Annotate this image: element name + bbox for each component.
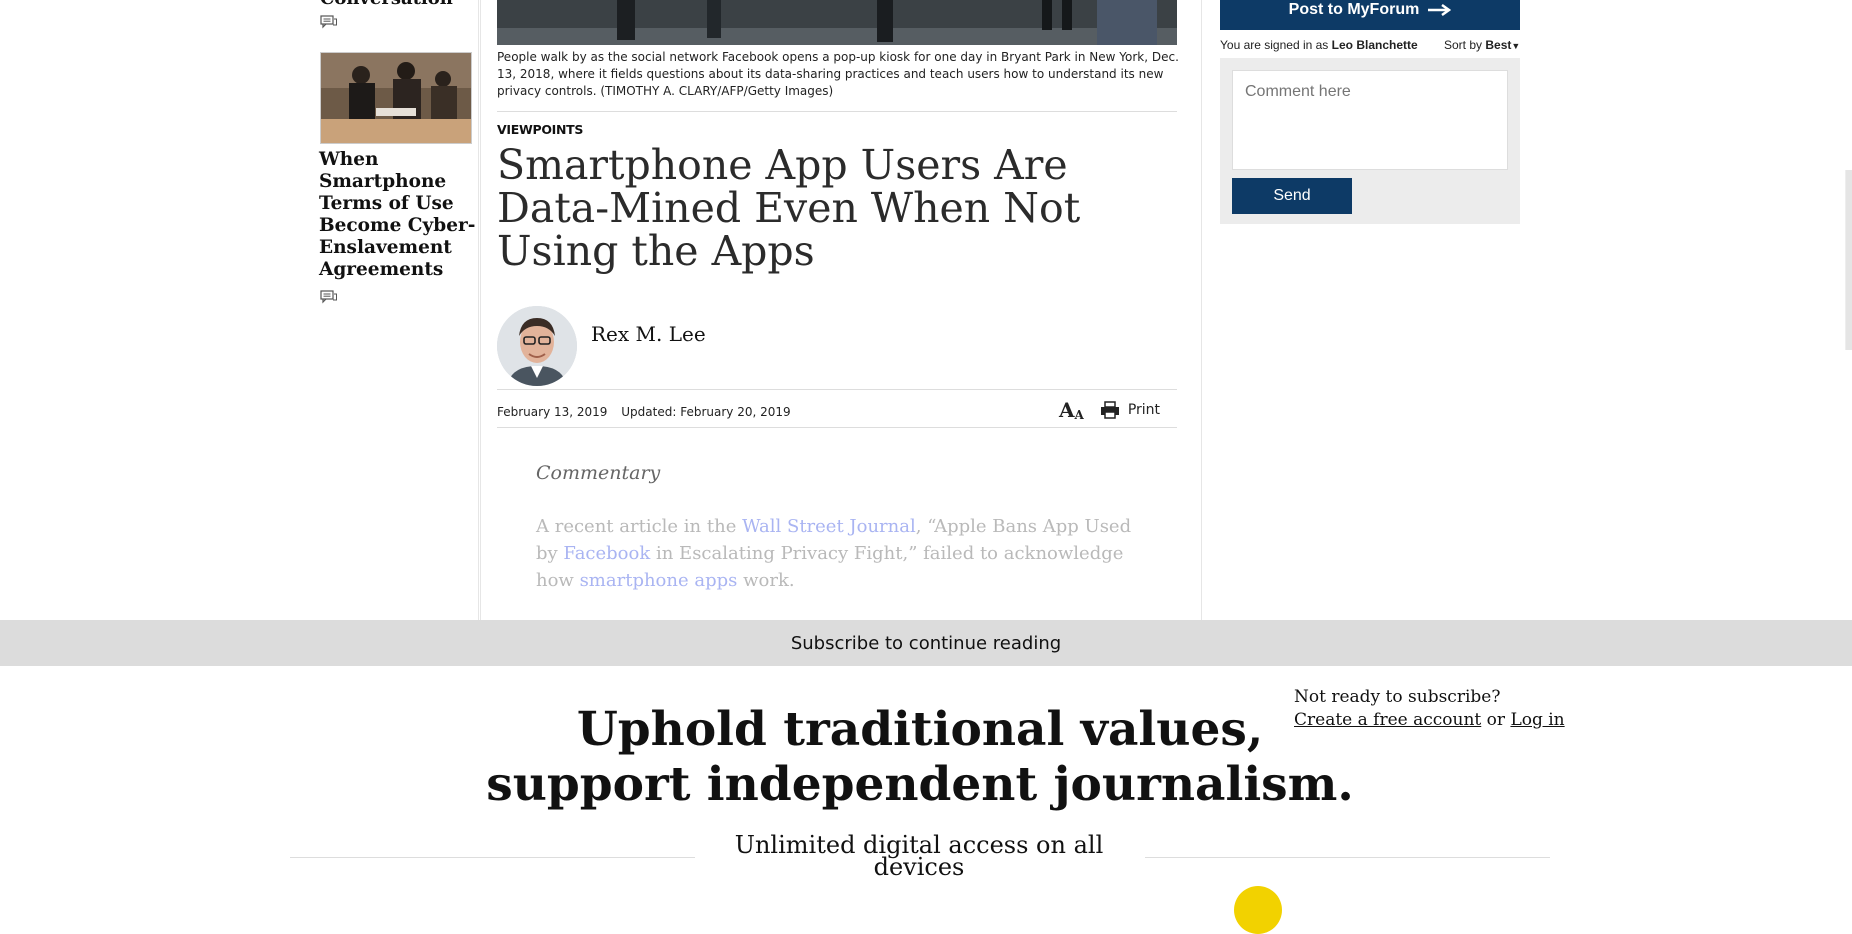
divider: [497, 111, 1177, 112]
not-ready-box: Not ready to subscribe? Create a free ac…: [1294, 686, 1565, 732]
related-article-thumbnail[interactable]: [320, 52, 472, 144]
article-tools: AA Print: [1059, 398, 1160, 422]
signed-in-label: You are signed in as: [1220, 38, 1329, 52]
print-label: Print: [1127, 402, 1161, 418]
article-headline: Smartphone App Users Are Data-Mined Even…: [497, 141, 1081, 275]
create-account-link[interactable]: Create a free account: [1294, 710, 1481, 730]
body-text: A recent article in the: [536, 516, 743, 537]
subscribe-bar: Subscribe to continue reading: [0, 620, 1852, 666]
font-size-icon[interactable]: AA: [1059, 398, 1084, 422]
author-name[interactable]: Rex M. Lee: [591, 322, 706, 346]
chevron-down-icon: ▼: [1511, 41, 1521, 51]
badge-icon: [1234, 886, 1282, 934]
comments-icon[interactable]: [320, 289, 338, 304]
send-button[interactable]: Send: [1232, 178, 1352, 214]
article-main: People walk by as the social network Fac…: [478, 0, 1202, 620]
link-facebook[interactable]: Facebook: [563, 543, 650, 564]
article-body-paragraph: A recent article in the Wall Street Jour…: [536, 513, 1146, 594]
paywall-subheading: Unlimited digital access on all devices: [714, 833, 1124, 881]
comment-form: Send: [1220, 58, 1520, 224]
related-article-title-prev[interactable]: Conversation: [320, 0, 480, 9]
comment-input[interactable]: [1232, 70, 1508, 170]
section-label[interactable]: VIEWPOINTS: [497, 122, 583, 137]
divider: [497, 389, 1177, 390]
sort-dropdown[interactable]: Sort by Best▼: [1444, 38, 1520, 52]
image-caption: People walk by as the social network Fac…: [497, 50, 1179, 98]
paywall-headline-line: Uphold traditional values,: [576, 702, 1264, 757]
divider: [290, 857, 695, 858]
signed-in-status: You are signed in as Leo Blanchette: [1220, 38, 1418, 52]
sort-value: Best: [1485, 38, 1512, 52]
link-smartphone-apps[interactable]: smartphone apps: [580, 570, 738, 591]
published-date: February 13, 2019: [497, 405, 608, 419]
or-text: or: [1486, 710, 1506, 730]
post-button-label: Post to MyForum: [1288, 1, 1420, 18]
not-ready-text: Not ready to subscribe?: [1294, 687, 1501, 707]
print-icon: [1100, 401, 1119, 419]
login-link[interactable]: Log in: [1510, 710, 1564, 730]
sort-label: Sort by: [1444, 38, 1483, 52]
related-article-title[interactable]: When Smartphone Terms of Use Become Cybe…: [319, 149, 479, 281]
arrow-right-icon: [1428, 4, 1452, 16]
hero-image: [497, 0, 1177, 45]
body-text: work.: [737, 570, 795, 591]
divider: [1145, 857, 1550, 858]
related-articles-column: Conversation When Smartphone Terms of Us…: [0, 0, 481, 620]
paywall-headline-line: support independent journalism.: [486, 757, 1354, 812]
paywall-panel: Uphold traditional values, support indep…: [0, 666, 1852, 934]
link-wsj[interactable]: Wall Street Journal: [742, 516, 916, 537]
post-to-myforum-button[interactable]: Post to MyForum: [1220, 0, 1520, 30]
updated-date: Updated: February 20, 2019: [621, 405, 791, 419]
article-kicker: Commentary: [536, 462, 661, 484]
paywall-sub-line: devices: [873, 853, 965, 881]
author-avatar[interactable]: [497, 306, 577, 386]
paywall-headline: Uphold traditional values, support indep…: [420, 702, 1420, 812]
comments-icon[interactable]: [320, 14, 338, 29]
signed-in-user: Leo Blanchette: [1331, 38, 1418, 52]
divider: [497, 427, 1177, 428]
article-dates: February 13, 2019 Updated: February 20, …: [497, 405, 801, 419]
scrollbar-thumb[interactable]: [1845, 170, 1852, 350]
print-button[interactable]: Print: [1100, 401, 1160, 419]
